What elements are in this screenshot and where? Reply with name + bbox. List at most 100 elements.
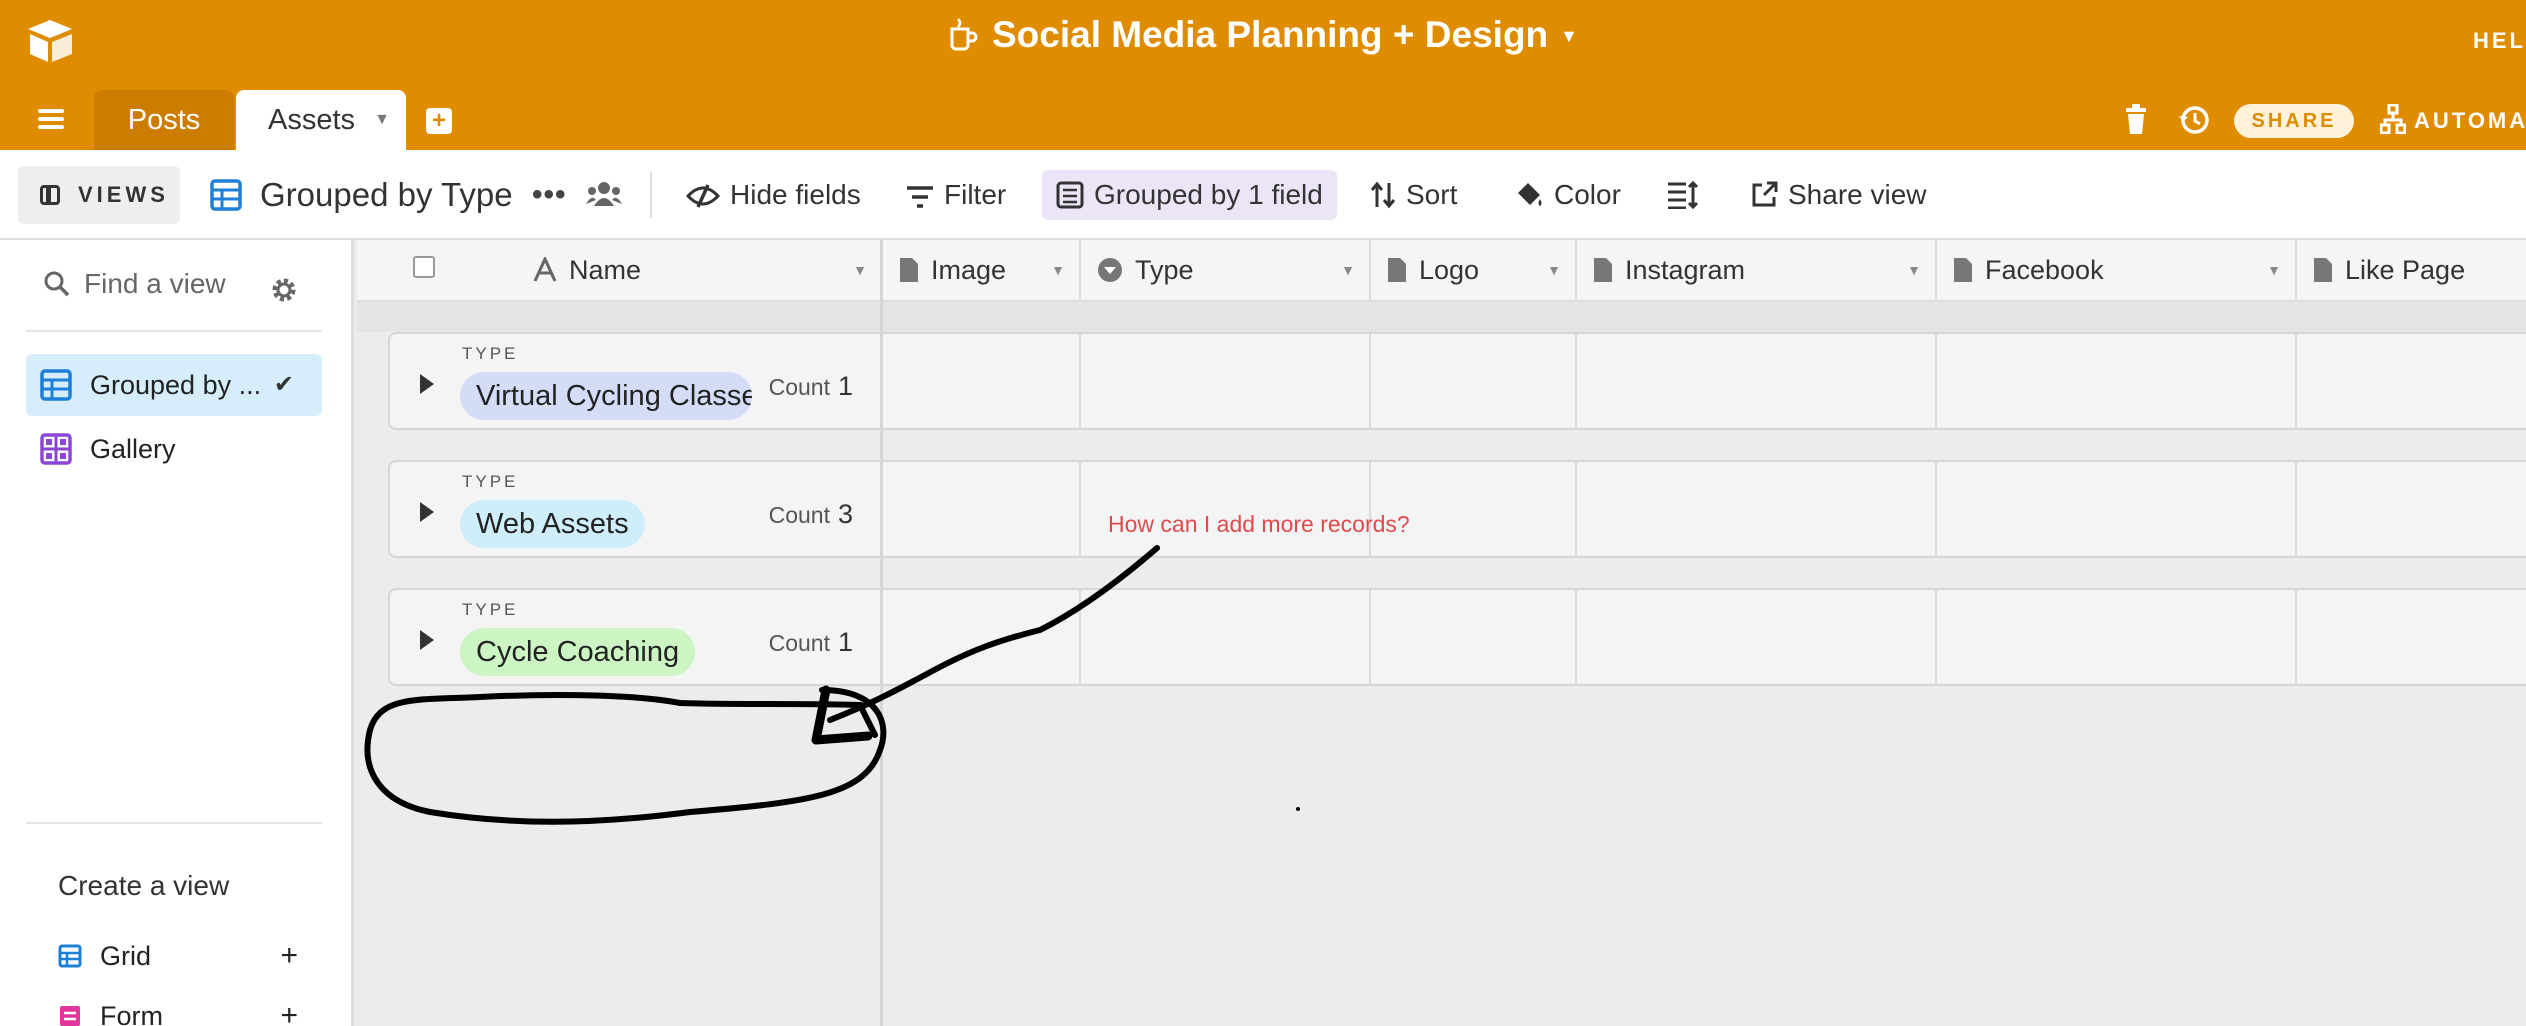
column-label: Facebook bbox=[1985, 255, 2104, 285]
grid-header-spacer bbox=[357, 302, 2526, 332]
grouped-label: Grouped by 1 field bbox=[1094, 179, 1323, 210]
more-options-icon[interactable]: ••• bbox=[532, 178, 567, 212]
column-header-logo[interactable]: Logo ▼ bbox=[1371, 240, 1577, 300]
sidebar-item-gallery[interactable]: Gallery bbox=[26, 418, 322, 480]
column-header-facebook[interactable]: Facebook ▼ bbox=[1937, 240, 2297, 300]
column-header-row: Name ▼ Image ▼ Type ▼ Logo ▼ Instagram ▼ Face… bbox=[357, 240, 2526, 302]
tab-posts[interactable]: Posts bbox=[94, 90, 234, 150]
share-view-icon bbox=[1752, 181, 1778, 207]
automations-button[interactable]: AUTOMAT bbox=[2379, 103, 2526, 138]
views-sidebar: Find a view Grouped by ... ✔ Gallery Cre… bbox=[0, 240, 354, 1026]
tab-assets[interactable]: Assets ▼ bbox=[236, 90, 406, 150]
count-label: Count bbox=[768, 374, 830, 400]
group-header-row[interactable]: TYPE Virtual Cycling Classes Count 1 bbox=[388, 332, 2526, 430]
grid-view-icon bbox=[40, 369, 72, 401]
base-title[interactable]: Social Media Planning + Design ▼ bbox=[0, 14, 2526, 56]
count-value: 1 bbox=[837, 371, 853, 401]
column-label: Instagram bbox=[1625, 255, 1746, 285]
sidebar-toggle-icon bbox=[40, 185, 60, 205]
hamburger-menu-icon[interactable] bbox=[38, 109, 64, 129]
gallery-view-icon bbox=[40, 433, 72, 465]
sort-icon bbox=[1370, 181, 1396, 209]
views-label: VIEWS bbox=[78, 182, 169, 207]
gear-icon[interactable] bbox=[270, 276, 298, 304]
group-field-label: TYPE bbox=[462, 472, 519, 491]
chevron-down-icon[interactable]: ▼ bbox=[374, 90, 390, 150]
automation-icon bbox=[2379, 103, 2407, 135]
column-header-image[interactable]: Image ▼ bbox=[883, 240, 1081, 300]
count-label: Count bbox=[768, 502, 830, 528]
coffee-cup-icon bbox=[950, 18, 978, 51]
chevron-down-icon[interactable]: ▼ bbox=[1341, 240, 1355, 300]
view-toolbar: VIEWS Grouped by Type ••• Hide fields Fi… bbox=[0, 150, 2526, 240]
chevron-down-icon[interactable]: ▼ bbox=[1051, 240, 1065, 300]
checkmark-icon: ✔ bbox=[273, 371, 294, 398]
plus-icon[interactable]: + bbox=[280, 936, 298, 976]
annotation-question: How can I add more records? bbox=[1108, 511, 1410, 537]
create-form-view[interactable]: Form + bbox=[58, 996, 298, 1026]
collaborators-icon[interactable] bbox=[586, 180, 622, 208]
attachment-icon bbox=[2314, 258, 2332, 282]
eye-slash-icon bbox=[685, 184, 721, 208]
group-count: Count 3 bbox=[769, 496, 853, 533]
base-title-text: Social Media Planning + Design bbox=[992, 14, 1549, 55]
sidebar-item-label: Grouped by ... bbox=[90, 370, 262, 400]
expand-group-icon[interactable] bbox=[420, 374, 434, 394]
top-bar: Social Media Planning + Design ▼ HEL Post… bbox=[0, 0, 2526, 150]
sidebar-item-label: Gallery bbox=[90, 434, 176, 464]
chevron-down-icon[interactable]: ▼ bbox=[1907, 240, 1921, 300]
column-header-type[interactable]: Type ▼ bbox=[1081, 240, 1371, 300]
sidebar-item-grouped-view[interactable]: Grouped by ... ✔ bbox=[26, 354, 322, 416]
chevron-down-icon: ▼ bbox=[1560, 26, 1578, 46]
attachment-icon bbox=[1954, 258, 1972, 282]
color-button[interactable]: Color bbox=[1500, 170, 1635, 220]
find-view-search[interactable]: Find a view bbox=[44, 268, 226, 300]
hand-drawn-circle-arrow bbox=[364, 545, 1300, 825]
row-height-icon bbox=[1668, 180, 1699, 210]
filter-button[interactable]: Filter bbox=[892, 170, 1020, 220]
group-button[interactable]: Grouped by 1 field bbox=[1042, 170, 1337, 220]
row-height-button[interactable] bbox=[1652, 170, 1722, 220]
single-select-icon bbox=[1098, 258, 1122, 282]
current-view-name[interactable]: Grouped by Type bbox=[210, 172, 513, 218]
hide-fields-button[interactable]: Hide fields bbox=[672, 170, 875, 220]
column-header-instagram[interactable]: Instagram ▼ bbox=[1577, 240, 1937, 300]
plus-icon[interactable]: + bbox=[280, 996, 298, 1026]
help-link[interactable]: HEL bbox=[2473, 28, 2526, 54]
automations-label: AUTOMAT bbox=[2414, 108, 2526, 133]
column-label: Type bbox=[1135, 255, 1194, 285]
attachment-icon bbox=[1388, 258, 1406, 282]
toolbar-divider bbox=[650, 172, 652, 218]
chevron-down-icon[interactable]: ▼ bbox=[2267, 240, 2281, 300]
expand-group-icon[interactable] bbox=[420, 502, 434, 522]
search-icon bbox=[44, 271, 70, 297]
column-label: Logo bbox=[1419, 255, 1480, 285]
column-label: Name bbox=[569, 255, 642, 285]
view-name-label: Grouped by Type bbox=[260, 176, 513, 213]
create-item-label: Grid bbox=[100, 941, 152, 971]
add-table-icon[interactable]: + bbox=[426, 108, 452, 134]
create-item-label: Form bbox=[100, 1001, 163, 1026]
attachment-icon bbox=[900, 258, 918, 282]
column-label: Like Page bbox=[2345, 255, 2466, 285]
share-button[interactable]: SHARE bbox=[2234, 104, 2354, 138]
group-icon bbox=[1056, 181, 1084, 209]
column-header-like-page[interactable]: Like Page bbox=[2297, 240, 2526, 300]
count-value: 3 bbox=[837, 499, 853, 529]
trash-icon[interactable] bbox=[2124, 104, 2148, 134]
chevron-down-icon[interactable]: ▼ bbox=[853, 240, 867, 300]
group-count: Count 1 bbox=[769, 368, 853, 405]
paint-bucket-icon bbox=[1518, 183, 1542, 206]
share-view-label: Share view bbox=[1788, 179, 1927, 210]
column-header-name[interactable]: Name ▼ bbox=[357, 240, 883, 300]
create-grid-view[interactable]: Grid + bbox=[58, 936, 298, 976]
create-view-heading: Create a view bbox=[58, 870, 230, 901]
text-field-icon bbox=[533, 255, 557, 282]
sort-button[interactable]: Sort bbox=[1356, 170, 1471, 220]
views-toggle-button[interactable]: VIEWS bbox=[18, 166, 180, 224]
tab-assets-label: Assets bbox=[268, 104, 356, 136]
chevron-down-icon[interactable]: ▼ bbox=[1547, 240, 1561, 300]
column-label: Image bbox=[931, 255, 1007, 285]
history-icon[interactable] bbox=[2178, 104, 2210, 136]
share-view-button[interactable]: Share view bbox=[1736, 170, 1941, 220]
